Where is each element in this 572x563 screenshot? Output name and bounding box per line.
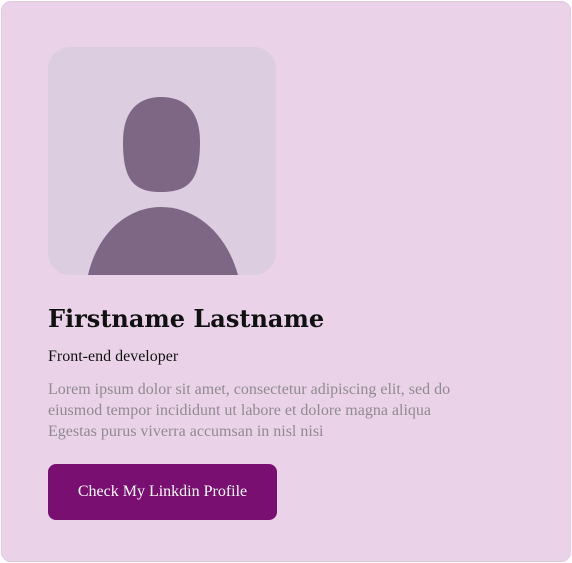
person-silhouette-icon (88, 97, 238, 275)
profile-name: Firstname Lastname (48, 304, 325, 333)
linkedin-profile-button[interactable]: Check My Linkdin Profile (48, 464, 277, 520)
avatar (48, 47, 276, 275)
description-line: eiusmod tempor incididunt ut labore et d… (48, 402, 432, 419)
description-line: Lorem ipsum dolor sit amet, consectetur … (48, 381, 451, 398)
profile-role: Front-end developer (48, 348, 179, 365)
profile-description: Lorem ipsum dolor sit amet, consectetur … (48, 379, 548, 442)
description-line: Egestas purus viverra accumsan in nisl n… (48, 423, 324, 440)
profile-card: Firstname Lastname Front-end developer L… (1, 1, 571, 562)
